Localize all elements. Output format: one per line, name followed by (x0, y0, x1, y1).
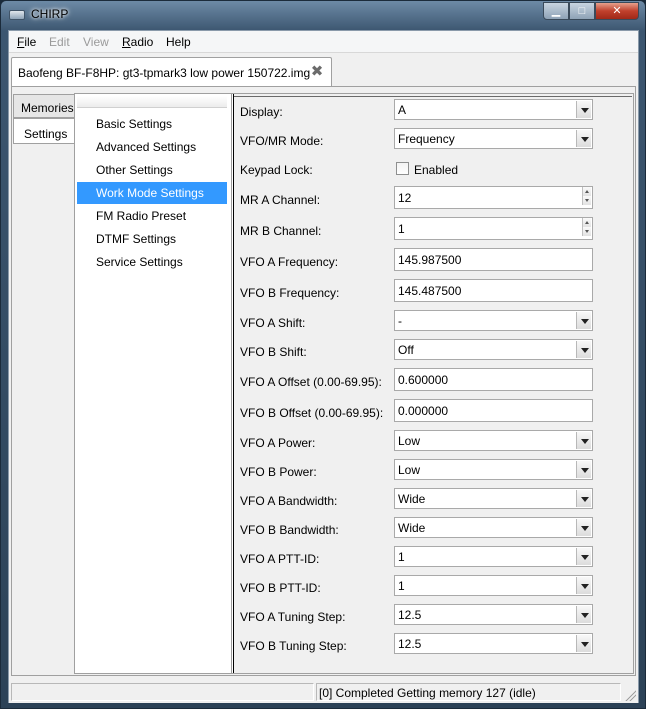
vfo-a-frequency-input[interactable]: 145.987500 (394, 248, 593, 271)
settings-panel: Basic Settings Advanced Settings Other S… (74, 93, 634, 674)
maximize-button[interactable]: □ (569, 2, 595, 20)
chevron-down-icon[interactable] (576, 432, 591, 449)
menu-file[interactable]: File (17, 35, 36, 49)
tree-item-basic-settings[interactable]: Basic Settings (77, 113, 227, 135)
row-label: VFO B Frequency: (240, 286, 340, 300)
chevron-down-icon[interactable] (576, 490, 591, 507)
spin-up-icon[interactable] (582, 187, 591, 196)
document-tab-label: Baofeng BF-F8HP: gt3-tpmark3 low power 1… (18, 66, 311, 80)
app-window: CHIRP ▁ □ ✕ File Edit View Radio Help Ba… (0, 0, 646, 709)
tab-settings[interactable]: Settings (13, 118, 75, 144)
row-label: VFO B Bandwidth: (240, 523, 339, 537)
row-label: VFO B Tuning Step: (240, 639, 347, 653)
row-label: VFO A Tuning Step: (240, 610, 346, 624)
window-controls: ▁ □ ✕ (543, 2, 639, 20)
row-label: Display: (240, 105, 283, 119)
status-bar: [0] Completed Getting memory 127 (idle) (9, 682, 638, 703)
vfo-b-tuning-step-dropdown[interactable]: 12.5 (394, 633, 593, 654)
spin-up-icon[interactable] (582, 218, 591, 227)
vfo-b-offset-input[interactable]: 0.000000 (394, 399, 593, 422)
window-title: CHIRP (31, 7, 69, 21)
chevron-down-icon[interactable] (576, 101, 591, 118)
menu-help[interactable]: Help (166, 35, 191, 49)
vfo-a-ptt-id-dropdown[interactable]: 1 (394, 546, 593, 567)
menu-view[interactable]: View (83, 35, 109, 49)
tree-item-other-settings[interactable]: Other Settings (77, 159, 227, 181)
settings-tree: Basic Settings Advanced Settings Other S… (75, 94, 232, 673)
row-label: VFO B PTT-ID: (240, 581, 321, 595)
row-label: VFO B Shift: (240, 345, 307, 359)
row-label: VFO A Power: (240, 436, 316, 450)
row-label: VFO B Power: (240, 465, 317, 479)
spin-down-icon[interactable] (582, 196, 591, 205)
title-bar[interactable]: CHIRP ▁ □ ✕ (1, 1, 645, 29)
vfo-a-tuning-step-dropdown[interactable]: 12.5 (394, 604, 593, 625)
document-area: Memories Settings Basic Settings Advance… (11, 86, 636, 676)
vfo-b-frequency-input[interactable]: 145.487500 (394, 279, 593, 302)
row-label: VFO/MR Mode: (240, 134, 324, 148)
close-button[interactable]: ✕ (595, 2, 639, 20)
row-label: VFO A Bandwidth: (240, 494, 338, 508)
menu-edit[interactable]: Edit (49, 35, 70, 49)
resize-grip-icon[interactable] (624, 689, 636, 701)
tree-header (77, 96, 227, 108)
chevron-down-icon[interactable] (576, 635, 591, 652)
tree-item-work-mode-settings[interactable]: Work Mode Settings (77, 182, 227, 204)
vfo-b-shift-dropdown[interactable]: Off (394, 339, 593, 360)
client-area: File Edit View Radio Help Baofeng BF-F8H… (8, 30, 639, 703)
vfo-a-bandwidth-dropdown[interactable]: Wide (394, 488, 593, 509)
vfo-b-bandwidth-dropdown[interactable]: Wide (394, 517, 593, 538)
menu-bar: File Edit View Radio Help (9, 31, 638, 53)
chevron-down-icon[interactable] (576, 548, 591, 565)
chevron-down-icon[interactable] (576, 341, 591, 358)
chevron-down-icon[interactable] (576, 130, 591, 147)
chevron-down-icon[interactable] (576, 577, 591, 594)
spin-down-icon[interactable] (582, 227, 591, 236)
menu-radio[interactable]: Radio (122, 35, 153, 49)
row-label: MR B Channel: (240, 224, 322, 238)
row-label: VFO A Offset (0.00-69.95): (240, 375, 382, 389)
tree-item-advanced-settings[interactable]: Advanced Settings (77, 136, 227, 158)
vfo-a-power-dropdown[interactable]: Low (394, 430, 593, 451)
tree-item-fm-radio-preset[interactable]: FM Radio Preset (77, 205, 227, 227)
mr-a-channel-spinner[interactable]: 12 (394, 186, 593, 209)
minimize-button[interactable]: ▁ (543, 2, 569, 20)
row-label: VFO B Offset (0.00-69.95): (240, 406, 384, 420)
vfo-b-ptt-id-dropdown[interactable]: 1 (394, 575, 593, 596)
status-pane-left (11, 683, 314, 701)
chevron-down-icon[interactable] (576, 519, 591, 536)
display-dropdown[interactable]: A (394, 99, 593, 120)
vfo-mr-mode-dropdown[interactable]: Frequency (394, 128, 593, 149)
row-label: VFO A PTT-ID: (240, 552, 320, 566)
status-text: [0] Completed Getting memory 127 (idle) (319, 686, 536, 700)
tree-item-service-settings[interactable]: Service Settings (77, 251, 227, 273)
row-label: Keypad Lock: (240, 163, 313, 177)
mr-b-channel-spinner[interactable]: 1 (394, 217, 593, 240)
keypad-lock-checkbox-label[interactable]: Enabled (414, 163, 458, 177)
keypad-lock-checkbox[interactable] (396, 162, 409, 175)
row-label: VFO A Frequency: (240, 255, 339, 269)
chevron-down-icon[interactable] (576, 312, 591, 329)
tree-item-dtmf-settings[interactable]: DTMF Settings (77, 228, 227, 250)
app-icon (9, 10, 25, 20)
chevron-down-icon[interactable] (576, 461, 591, 478)
work-mode-form: Display: A VFO/MR Mode: Frequency Keypad… (233, 94, 633, 673)
row-label: MR A Channel: (240, 193, 321, 207)
chevron-down-icon[interactable] (576, 606, 591, 623)
close-icon[interactable]: ✖ (309, 64, 325, 80)
document-tab[interactable]: Baofeng BF-F8HP: gt3-tpmark3 low power 1… (11, 57, 332, 87)
form-divider (234, 96, 632, 97)
vfo-b-power-dropdown[interactable]: Low (394, 459, 593, 480)
tab-memories[interactable]: Memories (13, 94, 75, 118)
vfo-a-offset-input[interactable]: 0.600000 (394, 368, 593, 391)
row-label: VFO A Shift: (240, 316, 306, 330)
vfo-a-shift-dropdown[interactable]: - (394, 310, 593, 331)
